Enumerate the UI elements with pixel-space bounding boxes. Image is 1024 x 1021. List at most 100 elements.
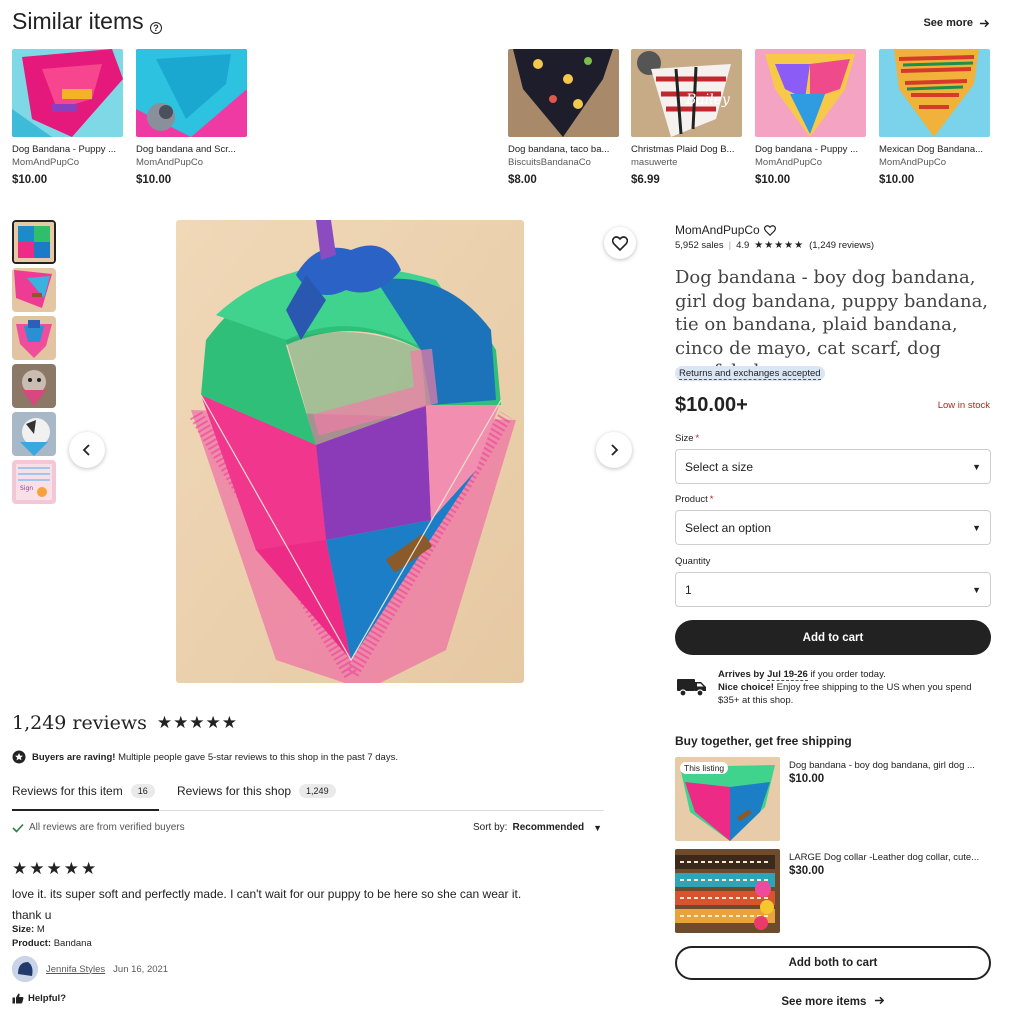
review-size-label: Size: bbox=[12, 924, 35, 935]
this-listing-badge: This listing bbox=[680, 762, 729, 774]
thumbnail-2[interactable] bbox=[12, 268, 56, 312]
similar-item-shop: BiscuitsBandanaCo bbox=[508, 157, 591, 168]
thumbnail-1[interactable] bbox=[12, 220, 56, 264]
thumbnail-6[interactable]: Sign bbox=[12, 460, 56, 504]
review-product-value: Bandana bbox=[53, 938, 92, 949]
helpful-label: Helpful? bbox=[28, 993, 66, 1004]
quantity-select-value: 1 bbox=[685, 582, 692, 597]
buy-together-title-1[interactable]: Dog bandana - boy dog bandana, girl dog … bbox=[789, 760, 994, 771]
shipping-text: Arrives by Jul 19-26 if you order today.… bbox=[718, 668, 993, 707]
similar-item-card[interactable]: Mexican Dog Bandana... MomAndPupCo $10.0… bbox=[879, 49, 990, 186]
chevron-right-icon bbox=[611, 444, 619, 456]
help-icon[interactable]: ? bbox=[150, 22, 162, 34]
see-more-label: See more bbox=[923, 17, 973, 29]
tab-reviews-shop-count: 1,249 bbox=[299, 784, 336, 798]
similar-item-card[interactable]: Dog bandana and Scr... MomAndPupCo $10.0… bbox=[136, 49, 247, 186]
tab-reviews-shop[interactable]: Reviews for this shop 1,249 bbox=[177, 784, 336, 798]
similar-item-price: $8.00 bbox=[508, 174, 537, 186]
shop-name-link[interactable]: MomAndPupCo bbox=[675, 223, 776, 237]
similar-item-shop: MomAndPupCo bbox=[879, 157, 947, 168]
similar-item-image[interactable] bbox=[755, 49, 866, 137]
thumbnail-5[interactable] bbox=[12, 412, 56, 456]
main-product-image[interactable] bbox=[176, 220, 524, 683]
sort-value: Recommended bbox=[512, 822, 585, 833]
similar-item-title[interactable]: Dog bandana - Puppy ... bbox=[755, 144, 866, 155]
quantity-select[interactable]: 1 ▼ bbox=[675, 572, 991, 607]
product-select[interactable]: Select an option ▼ bbox=[675, 510, 991, 545]
shop-reviews-link[interactable]: (1,249 reviews) bbox=[809, 240, 874, 251]
reviews-count: 1,249 reviews bbox=[12, 712, 147, 734]
caret-down-icon: ▼ bbox=[972, 461, 981, 472]
check-icon bbox=[12, 823, 24, 833]
favorite-button[interactable] bbox=[604, 227, 636, 259]
helpful-button[interactable]: Helpful? bbox=[12, 993, 66, 1004]
similar-item-title[interactable]: Dog Bandana - Puppy ... bbox=[12, 144, 123, 155]
similar-item-shop: MomAndPupCo bbox=[136, 157, 204, 168]
similar-item-image[interactable] bbox=[879, 49, 990, 137]
heart-icon[interactable] bbox=[763, 224, 776, 236]
similar-items-title: Similar items bbox=[12, 8, 144, 34]
size-label: Size * bbox=[675, 433, 699, 444]
reviews-heading: 1,249 reviews ★★★★★ bbox=[12, 712, 238, 734]
similar-item-image[interactable] bbox=[12, 49, 123, 137]
next-image-button[interactable] bbox=[596, 432, 632, 468]
see-more-items-label: See more items bbox=[781, 996, 867, 1008]
similar-item-shop: MomAndPupCo bbox=[755, 157, 823, 168]
arrow-right-icon bbox=[979, 19, 990, 27]
thumbnail-3[interactable] bbox=[12, 316, 56, 360]
add-both-to-cart-button[interactable]: Add both to cart bbox=[675, 946, 991, 980]
similar-item-title[interactable]: Christmas Plaid Dog B... bbox=[631, 144, 742, 155]
caret-down-icon: ▼ bbox=[593, 822, 603, 833]
similar-item-title[interactable]: Mexican Dog Bandana... bbox=[879, 144, 990, 155]
shop-rating: 4.9 bbox=[736, 240, 750, 251]
size-select[interactable]: Select a size ▼ bbox=[675, 449, 991, 484]
arrow-right-icon bbox=[874, 996, 884, 1005]
reviewer-name[interactable]: Jennifa Styles bbox=[46, 964, 105, 975]
review-text: love it. its super soft and perfectly ma… bbox=[12, 884, 592, 926]
similar-item-card[interactable]: Dog bandana - Puppy ... MomAndPupCo $10.… bbox=[755, 49, 866, 186]
review-product: Product: Bandana bbox=[12, 938, 92, 949]
similar-item-price: $10.00 bbox=[136, 174, 172, 186]
similar-item-card[interactable]: Bailey Christmas Plaid Dog B... masuwert… bbox=[631, 49, 742, 186]
review-product-label: Product: bbox=[12, 938, 52, 949]
similar-item-image[interactable] bbox=[136, 49, 247, 137]
shop-sales: 5,952 sales bbox=[675, 240, 724, 251]
product-select-value: Select an option bbox=[685, 520, 772, 535]
buy-together-price-2: $30.00 bbox=[789, 865, 825, 877]
similar-item-image[interactable] bbox=[508, 49, 619, 137]
rating-stars: ★★★★★ bbox=[754, 240, 805, 251]
reviews-stars: ★★★★★ bbox=[156, 713, 239, 733]
divider: | bbox=[728, 240, 732, 251]
see-more-link[interactable]: See more bbox=[923, 17, 990, 29]
similar-item-card[interactable]: Dog bandana, taco ba... BiscuitsBandanaC… bbox=[508, 49, 619, 186]
returns-badge[interactable]: Returns and exchanges accepted bbox=[675, 366, 825, 381]
similar-item-title[interactable]: Dog bandana, taco ba... bbox=[508, 144, 619, 155]
see-more-items-link[interactable]: See more items bbox=[675, 995, 991, 1008]
buy-together-title-2[interactable]: LARGE Dog collar -Leather dog collar, cu… bbox=[789, 852, 994, 863]
prev-image-button[interactable] bbox=[69, 432, 105, 468]
similar-item-image[interactable]: Bailey bbox=[631, 49, 742, 137]
returns-badge-label: Returns and exchanges accepted bbox=[679, 368, 821, 380]
sort-dropdown[interactable]: Sort by: Recommended ▼ bbox=[473, 822, 602, 833]
buy-together-title: Buy together, get free shipping bbox=[675, 734, 852, 748]
chevron-left-icon bbox=[82, 444, 90, 456]
buy-together-price-1: $10.00 bbox=[789, 773, 825, 785]
tab-reviews-item[interactable]: Reviews for this item 16 bbox=[12, 784, 155, 798]
similar-item-card[interactable]: Dog Bandana - Puppy ... MomAndPupCo $10.… bbox=[12, 49, 123, 186]
thumbnail-4[interactable] bbox=[12, 364, 56, 408]
tab-reviews-item-label: Reviews for this item bbox=[12, 784, 123, 798]
buy-together-image-2[interactable] bbox=[675, 849, 780, 933]
product-label: Product * bbox=[675, 494, 713, 505]
add-to-cart-button[interactable]: Add to cart bbox=[675, 620, 991, 655]
avatar[interactable] bbox=[12, 956, 38, 982]
required-mark: * bbox=[695, 433, 700, 444]
nice-choice: Nice choice! bbox=[718, 682, 774, 693]
verified-text: All reviews are from verified buyers bbox=[29, 822, 185, 833]
review-size-value: M bbox=[36, 924, 45, 935]
sort-label: Sort by: bbox=[473, 822, 508, 833]
similar-item-title[interactable]: Dog bandana and Scr... bbox=[136, 144, 247, 155]
thumbs-up-icon bbox=[12, 993, 24, 1004]
review-stars: ★★★★★ bbox=[12, 859, 99, 879]
arrives-date[interactable]: Jul 19-26 bbox=[767, 669, 808, 681]
arrives-suffix: if you order today. bbox=[810, 669, 886, 680]
